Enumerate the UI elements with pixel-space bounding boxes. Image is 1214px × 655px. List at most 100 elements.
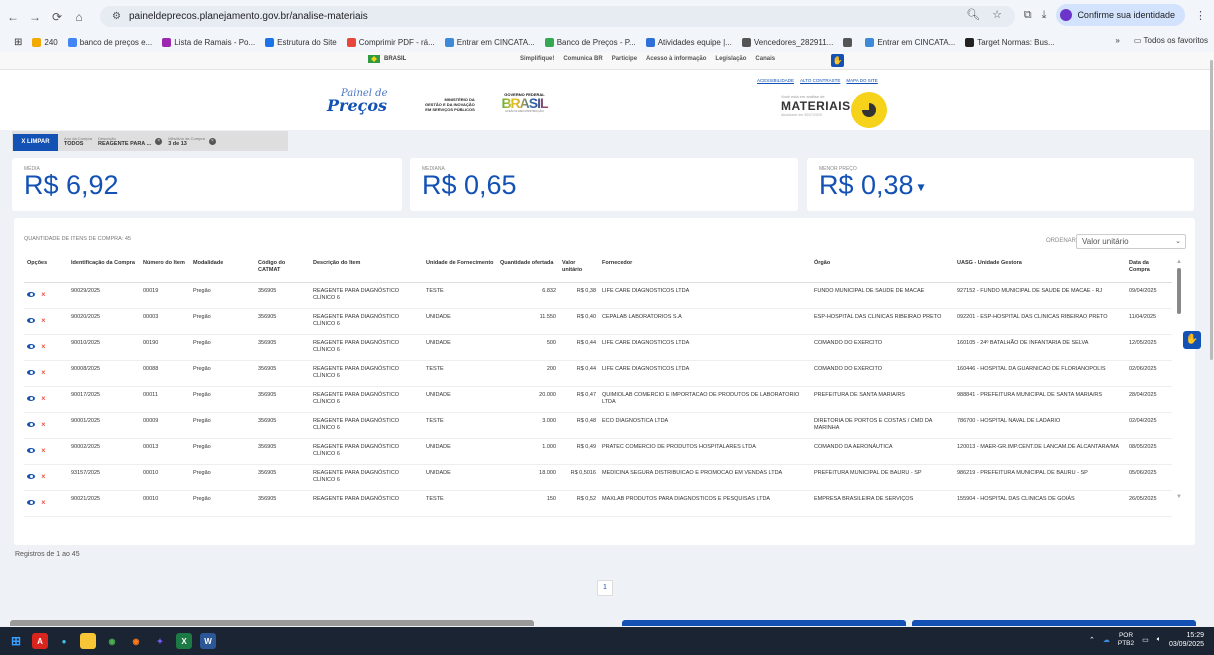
- teams-icon[interactable]: ✦: [152, 633, 168, 649]
- gov-link[interactable]: Acesso à informação: [646, 56, 706, 62]
- view-eye-icon[interactable]: [27, 370, 35, 375]
- view-eye-icon[interactable]: [27, 422, 35, 427]
- page-scrollbar[interactable]: [1209, 52, 1214, 622]
- close-icon[interactable]: ×: [41, 290, 46, 298]
- column-header[interactable]: Modalidade: [190, 257, 255, 283]
- bottom-blue-button-2[interactable]: [912, 620, 1196, 626]
- gov-link[interactable]: Participe: [612, 56, 637, 62]
- column-header[interactable]: Identificação da Compra: [68, 257, 140, 283]
- scroll-up-icon[interactable]: ▲: [1176, 259, 1182, 265]
- bookmark-item[interactable]: Banco de Preços - P...: [544, 38, 636, 47]
- column-header[interactable]: Opções: [24, 257, 68, 283]
- word-icon[interactable]: W: [200, 633, 216, 649]
- gov-link[interactable]: Legislação: [715, 56, 746, 62]
- view-eye-icon[interactable]: [27, 318, 35, 323]
- view-eye-icon[interactable]: [27, 500, 35, 505]
- gov-link[interactable]: Canais: [755, 56, 775, 62]
- menor-preco-caret-icon[interactable]: ▾: [914, 178, 924, 194]
- materiais-chart-icon[interactable]: [851, 92, 887, 128]
- windows-start-icon[interactable]: ⊞: [8, 633, 24, 649]
- access-link[interactable]: ALTO CONTRASTE: [800, 78, 840, 83]
- remove-filter-icon[interactable]: ×: [208, 137, 216, 145]
- tray-expand-icon[interactable]: ⌃: [1089, 636, 1095, 644]
- scroll-down-icon[interactable]: ▼: [1176, 494, 1182, 500]
- bookmark-item[interactable]: Target Normas: Bus...: [965, 38, 1055, 47]
- apps-icon[interactable]: ⊞: [14, 37, 22, 48]
- close-icon[interactable]: ×: [41, 472, 46, 480]
- all-favorites-folder[interactable]: ▭ Todos os favoritos: [1134, 36, 1208, 45]
- edge-icon[interactable]: ●: [56, 633, 72, 649]
- home-icon[interactable]: ⌂: [70, 8, 88, 26]
- column-header[interactable]: Descrição do Item: [310, 257, 423, 283]
- column-header[interactable]: Data da Compra: [1126, 257, 1172, 283]
- menu-icon[interactable]: ⋮: [1195, 9, 1206, 22]
- column-header[interactable]: Órgão: [811, 257, 954, 283]
- zoom-icon[interactable]: 🔍︎: [966, 8, 980, 21]
- weather-icon[interactable]: ☁: [1103, 636, 1110, 644]
- table-scrollbar-thumb[interactable]: [1177, 268, 1181, 314]
- back-icon[interactable]: ←: [4, 8, 22, 26]
- access-link[interactable]: MAPA DO SITE: [846, 78, 877, 83]
- reload-icon[interactable]: ⟳: [48, 8, 66, 26]
- page-button[interactable]: 1: [597, 580, 613, 596]
- volume-icon[interactable]: 🔈︎: [1157, 636, 1161, 644]
- column-header[interactable]: Unidade de Fornecimento: [423, 257, 497, 283]
- accessibility-widget-icon[interactable]: ✋: [1183, 331, 1201, 349]
- clock[interactable]: 15:29 03/09/2025: [1169, 631, 1204, 649]
- bookmark-item[interactable]: Entrar em CINCATA...: [865, 38, 955, 47]
- bookmark-item[interactable]: Vencedores_282911...: [741, 38, 833, 47]
- column-header[interactable]: Código do CATMAT: [255, 257, 310, 283]
- remove-filter-icon[interactable]: ×: [155, 137, 163, 145]
- gov-link[interactable]: Comunica BR: [563, 56, 602, 62]
- brasil-link[interactable]: BRASIL: [368, 55, 406, 63]
- bottom-blue-button-1[interactable]: [622, 620, 906, 626]
- bookmark-item[interactable]: Lista de Ramais - Po...: [162, 38, 255, 47]
- download-icon[interactable]: ⤓: [1042, 9, 1047, 22]
- clear-filters-button[interactable]: X LIMPAR: [13, 133, 58, 151]
- view-eye-icon[interactable]: [27, 448, 35, 453]
- network-icon[interactable]: ▭: [1142, 636, 1149, 644]
- bookmark-item[interactable]: banco de preços e...: [67, 38, 152, 47]
- gov-link[interactable]: Simplifique!: [520, 56, 554, 62]
- sort-select[interactable]: Valor unitário ⌄: [1076, 234, 1186, 249]
- view-eye-icon[interactable]: [27, 396, 35, 401]
- more-bookmarks-icon[interactable]: »: [1115, 36, 1119, 45]
- view-eye-icon[interactable]: [27, 344, 35, 349]
- firefox-icon[interactable]: ◉: [128, 633, 144, 649]
- bookmark-item[interactable]: Entrar em CINCATA...: [444, 38, 535, 47]
- close-icon[interactable]: ×: [41, 342, 46, 350]
- address-bar[interactable]: ⚙ paineldeprecos.planejamento.gov.br/ana…: [100, 6, 1015, 27]
- view-eye-icon[interactable]: [27, 292, 35, 297]
- forward-icon[interactable]: →: [26, 8, 44, 26]
- close-icon[interactable]: ×: [41, 498, 46, 506]
- bookmark-item[interactable]: Estrutura do Site: [265, 38, 337, 47]
- filter-chip[interactable]: Descrição REAGENTE PARA ... ×: [98, 136, 163, 147]
- painel-precos-logo[interactable]: Painel de Preços: [327, 88, 388, 114]
- file-explorer-icon[interactable]: [80, 633, 96, 649]
- column-header[interactable]: Número do Item: [140, 257, 190, 283]
- bookmark-item[interactable]: [843, 38, 855, 47]
- column-header[interactable]: UASG - Unidade Gestora: [954, 257, 1126, 283]
- page-scrollbar-thumb[interactable]: [1210, 60, 1213, 360]
- column-header[interactable]: Fornecedor: [599, 257, 811, 283]
- bookmark-star-icon[interactable]: ☆: [992, 8, 1002, 21]
- identity-button[interactable]: Confirme sua identidade: [1056, 4, 1185, 26]
- column-header[interactable]: Quantidade ofertada: [497, 257, 559, 283]
- language-indicator[interactable]: POR PTB2: [1118, 632, 1134, 648]
- column-header[interactable]: Valor unitário: [559, 257, 599, 283]
- close-icon[interactable]: ×: [41, 394, 46, 402]
- bookmark-item[interactable]: 240: [32, 38, 58, 47]
- filter-chip[interactable]: Mês/Ano da Compra 3 de 13 ×: [168, 136, 216, 147]
- chrome-icon[interactable]: ◉: [104, 633, 120, 649]
- filter-chip[interactable]: Ano da Compra TODOS: [64, 136, 92, 147]
- close-icon[interactable]: ×: [41, 420, 46, 428]
- close-icon[interactable]: ×: [41, 368, 46, 376]
- site-info-icon[interactable]: ⚙: [112, 11, 121, 22]
- extensions-icon[interactable]: ⧉: [1024, 9, 1032, 22]
- bookmark-item[interactable]: Atividades equipe |...: [645, 38, 732, 47]
- close-icon[interactable]: ×: [41, 316, 46, 324]
- access-link[interactable]: ACESSIBILIDADE: [757, 78, 794, 83]
- close-icon[interactable]: ×: [41, 446, 46, 454]
- acrobat-icon[interactable]: A: [32, 633, 48, 649]
- view-eye-icon[interactable]: [27, 474, 35, 479]
